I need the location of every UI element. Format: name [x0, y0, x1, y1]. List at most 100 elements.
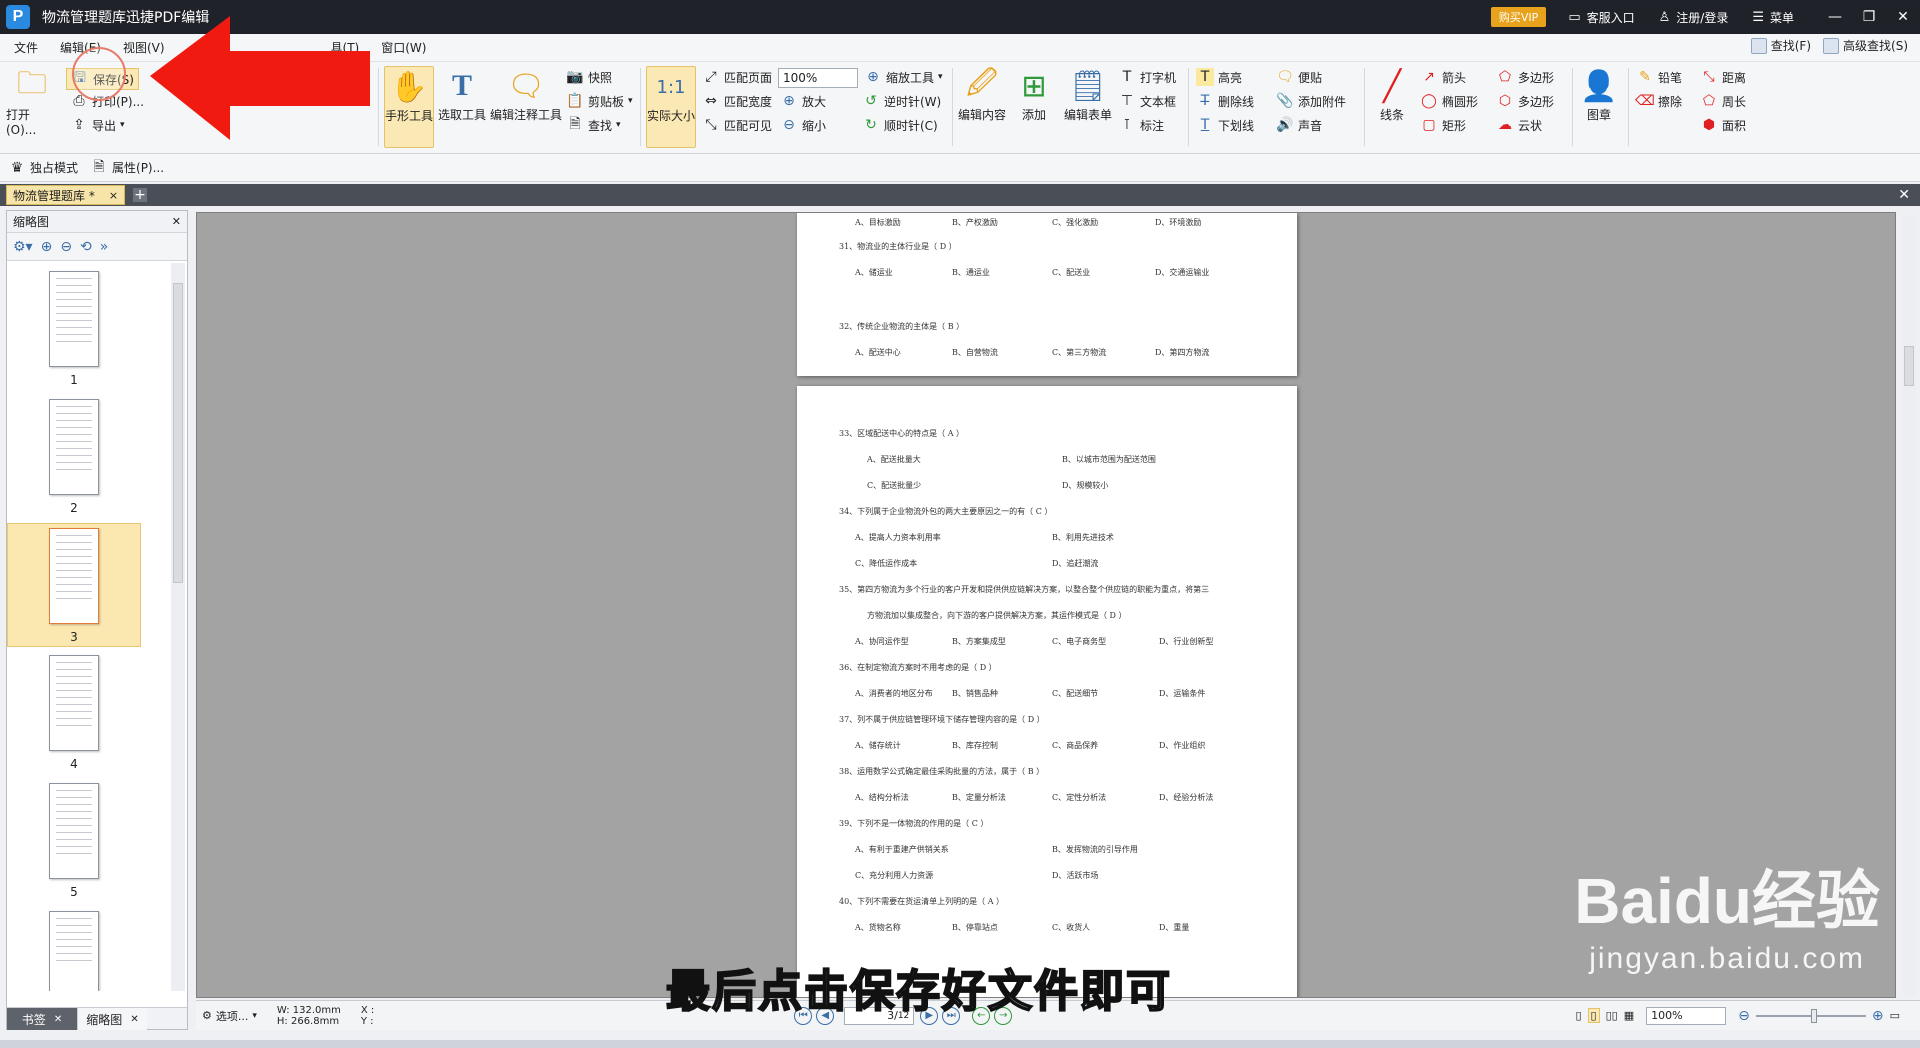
clipboard-button[interactable]: 📋 剪贴板 ▾ — [566, 92, 632, 110]
close-tab-icon[interactable]: × — [109, 189, 118, 202]
bookmark-tab[interactable]: 书签 ✕ — [7, 1008, 77, 1030]
textbox-icon: ⊤ — [1120, 93, 1134, 109]
strikeout-button[interactable]: T̶ 删除线 — [1196, 92, 1254, 110]
zoom-select[interactable]: 100% — [778, 68, 858, 88]
buy-vip-button[interactable]: 购买VIP — [1490, 7, 1547, 27]
zoom-input[interactable]: 100% — [1646, 1006, 1727, 1025]
zoom-slider[interactable] — [1755, 1008, 1866, 1023]
edit-annotation-tool-button[interactable]: 🗨 编辑注释工具 — [490, 66, 562, 123]
rectangle-button[interactable]: ▢ 矩形 — [1420, 116, 1466, 134]
status-zoom-out-icon[interactable]: ⊖ — [1738, 1008, 1750, 1024]
thumbnail-page-3[interactable]: 3 — [7, 523, 141, 647]
edit-content-button[interactable]: 🖉 编辑内容 — [954, 66, 1010, 123]
find-tool-button[interactable]: 🗎 查找 ▾ — [566, 116, 620, 134]
polygon-button[interactable]: ⬠ 多边形 — [1496, 68, 1554, 86]
document-scrollbar[interactable] — [1902, 216, 1916, 996]
menu-window[interactable]: 窗口(W) — [373, 39, 434, 56]
menu-link[interactable]: ☰ 菜单 — [1752, 9, 1794, 26]
service-link[interactable]: ▭ 客服入口 — [1568, 9, 1634, 26]
add-tab-button[interactable]: + — [133, 187, 148, 203]
thumbnail-zoom-out-icon[interactable]: ⊖ — [60, 239, 72, 255]
panel-tools: ⚙▾ ⊕ ⊖ ⟲ » — [7, 233, 187, 261]
rotate-cw-button[interactable]: ↻ 顺时针(C) — [862, 116, 938, 134]
thumbnail-list: 1 2 3 4 5 — [7, 263, 171, 991]
options-button[interactable]: ⚙ 选项... ▾ — [202, 1008, 257, 1024]
rotate-thumbnail-icon[interactable]: ⟲ — [80, 239, 92, 255]
single-page-icon[interactable]: ▯ — [1575, 1009, 1581, 1022]
polyline-button[interactable]: ⬡ 多边形 — [1496, 92, 1554, 110]
attach-button[interactable]: 📎 添加附件 — [1276, 92, 1346, 110]
ellipse-button[interactable]: ◯ 椭圆形 — [1420, 92, 1478, 110]
thumbnail-tab[interactable]: 缩略图 ✕ — [77, 1008, 147, 1030]
thumbnail-page-6[interactable] — [7, 911, 141, 991]
thumbnail-zoom-in-icon[interactable]: ⊕ — [41, 239, 53, 255]
edit-form-button[interactable]: 🗒 编辑表单 — [1060, 66, 1116, 123]
login-link[interactable]: ♙ 注册/登录 — [1659, 9, 1729, 26]
highlight-button[interactable]: T 高亮 — [1196, 68, 1242, 86]
snapshot-button[interactable]: 📷 快照 — [566, 68, 612, 86]
note-button[interactable]: 🗨 便贴 — [1276, 68, 1322, 86]
document-tab[interactable]: 物流管理题库 * × — [6, 185, 126, 205]
maximize-button[interactable]: ❐ — [1852, 9, 1886, 25]
fit-page-button[interactable]: ⤢ 匹配页面 — [702, 68, 772, 86]
perimeter-button[interactable]: ⬠ 周长 — [1700, 92, 1746, 110]
thumbnail-page-2[interactable]: 2 — [7, 399, 141, 515]
pencil-button[interactable]: ✎ 铅笔 — [1636, 68, 1682, 86]
eraser-button[interactable]: ⌫ 擦除 — [1635, 92, 1682, 110]
minimize-button[interactable]: — — [1818, 9, 1852, 25]
cloud-button[interactable]: ☁ 云状 — [1496, 116, 1542, 134]
underline-button[interactable]: T 下划线 — [1196, 116, 1254, 134]
click-highlight — [72, 47, 126, 101]
export-button[interactable]: ⇪ 导出 ▾ — [70, 116, 124, 134]
menu-file[interactable]: 文件 — [6, 39, 46, 56]
area-icon: ⬢ — [1702, 117, 1716, 133]
more-icon[interactable]: » — [100, 239, 109, 255]
user-icon: ♙ — [1658, 9, 1671, 25]
fit-width-button[interactable]: ⇔ 匹配宽度 — [702, 92, 772, 110]
exclusive-mode-button[interactable]: ♛ 独占模式 — [8, 159, 78, 177]
close-document-icon[interactable]: ✕ — [1898, 187, 1910, 203]
close-panel-icon[interactable]: ✕ — [172, 215, 181, 228]
pdf-page-3: 33、区域配送中心的特点是（ A ） A、配送批量大 B、以城市范围为配送范围 … — [797, 386, 1297, 997]
page-size-readout: W: 132.0mm H: 266.8mm — [276, 1004, 341, 1027]
two-page-icon[interactable]: ▯▯ — [1606, 1009, 1618, 1022]
area-button[interactable]: ⬢ 面积 — [1700, 116, 1746, 134]
two-page-continuous-icon[interactable]: ▦ — [1624, 1009, 1634, 1022]
typewriter-button[interactable]: T 打字机 — [1118, 68, 1176, 86]
status-zoom-in-icon[interactable]: ⊕ — [1872, 1008, 1884, 1024]
stamp-button[interactable]: 👤 图章 — [1576, 66, 1622, 123]
ellipse-icon: ◯ — [1421, 93, 1437, 109]
rotate-ccw-button[interactable]: ↺ 逆时针(W) — [862, 92, 941, 110]
line-button[interactable]: ╱ 线条 — [1368, 66, 1416, 123]
select-tool-button[interactable]: T 选取工具 — [436, 66, 488, 123]
thumbnail-page-4[interactable]: 4 — [7, 655, 141, 771]
open-button[interactable]: 🗀 打开(O)... — [6, 66, 58, 138]
fit-visible-button[interactable]: ⤡ 匹配可见 — [702, 116, 772, 134]
hamburger-icon: ☰ — [1752, 9, 1764, 25]
zoom-out-button[interactable]: ⊖ 缩小 — [780, 116, 826, 134]
find-button[interactable]: 查找(F) — [1750, 37, 1811, 54]
distance-button[interactable]: ⤡ 距离 — [1700, 68, 1746, 86]
view-controls: ▯ ▯ ▯▯ ▦ 100% ⊖ ⊕ ▭ — [1575, 1006, 1900, 1025]
properties-button[interactable]: 🗎 属性(P)... — [90, 159, 164, 177]
zoom-in-button[interactable]: ⊕ 放大 — [780, 92, 826, 110]
fit-icon[interactable]: ▭ — [1890, 1009, 1900, 1022]
zoom-out-icon: ⊖ — [783, 117, 795, 133]
arrow-button[interactable]: ↗ 箭头 — [1420, 68, 1466, 86]
bottom-strip — [0, 1040, 1920, 1048]
advanced-find-button[interactable]: 高级查找(S) — [1823, 37, 1908, 54]
continuous-page-icon[interactable]: ▯ — [1587, 1008, 1600, 1023]
actual-size-button[interactable]: 1:1 实际大小 — [646, 66, 696, 148]
thumbnail-page-5[interactable]: 5 — [7, 783, 141, 899]
thumbnail-page-1[interactable]: 1 — [7, 271, 141, 387]
fit-visible-icon: ⤡ — [705, 117, 717, 133]
gear-icon[interactable]: ⚙▾ — [13, 239, 33, 255]
close-button[interactable]: ✕ — [1886, 9, 1920, 25]
sound-button[interactable]: 🔊 声音 — [1276, 116, 1322, 134]
thumbnail-scrollbar[interactable] — [171, 263, 185, 991]
callout-button[interactable]: ⊺ 标注 — [1118, 116, 1164, 134]
zoom-tool-button[interactable]: ⊕ 缩放工具 ▾ — [864, 68, 942, 86]
textbox-button[interactable]: ⊤ 文本框 — [1118, 92, 1176, 110]
add-button[interactable]: ⊞ 添加 — [1010, 66, 1058, 123]
hand-tool-button[interactable]: ✋ 手形工具 — [384, 66, 434, 148]
